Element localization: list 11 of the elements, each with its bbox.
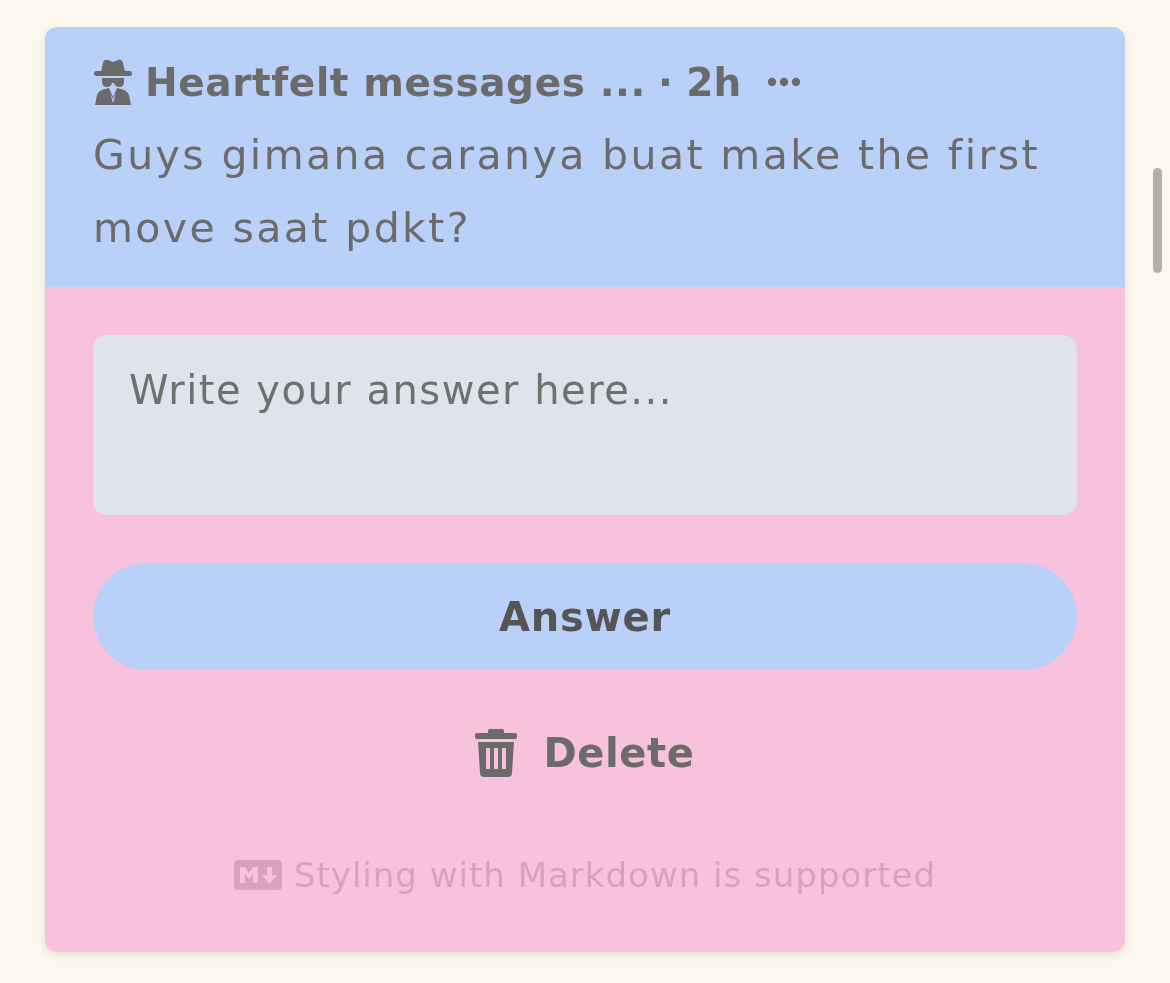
spy-icon [93,59,133,105]
group-name[interactable]: Heartfelt messages ... [145,59,646,105]
answer-field[interactable]: Write your answer here... [93,335,1077,515]
trash-icon [475,729,518,777]
scrollbar-thumb[interactable] [1153,168,1162,273]
post-time: · 2h [657,59,742,105]
answer-button[interactable]: Answer [93,563,1077,670]
markdown-icon [233,860,282,890]
question-text: Guys gimana caranya buat make the first move saat pdkt? [93,130,1041,254]
delete-button[interactable]: Delete [475,723,695,783]
more-icon [767,77,802,87]
